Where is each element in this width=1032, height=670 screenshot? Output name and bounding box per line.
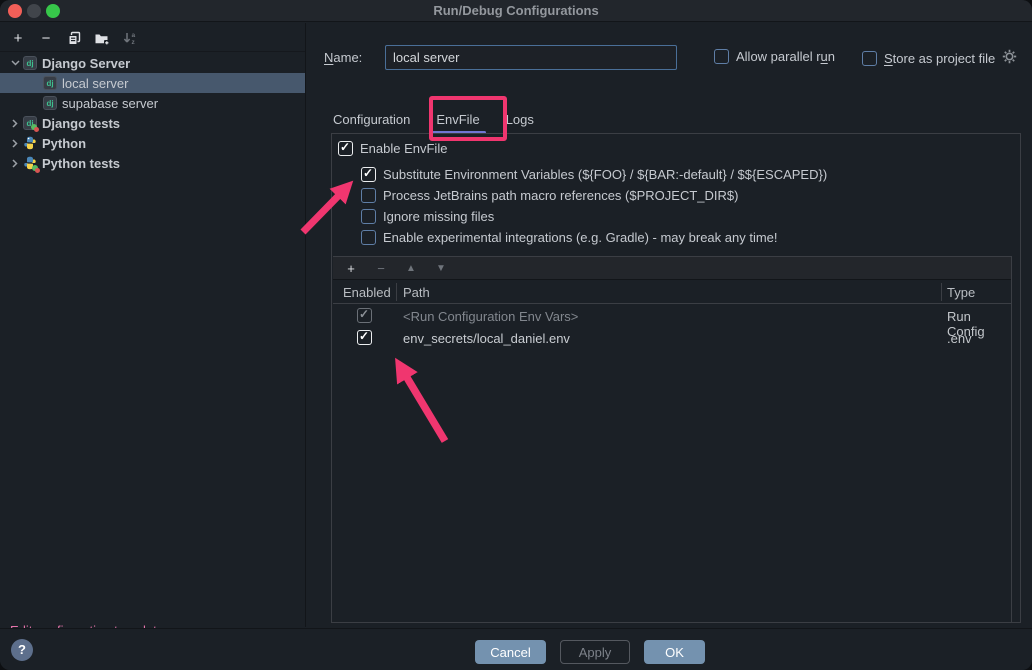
allow-parallel-run-checkbox[interactable]	[714, 49, 729, 64]
gear-icon[interactable]	[1002, 49, 1017, 67]
tree-item-label: Python	[42, 136, 86, 151]
configuration-editor: Name: Allow parallel run Store as projec…	[307, 23, 1032, 627]
tab-configuration[interactable]: Configuration	[331, 112, 412, 127]
chevron-down-icon[interactable]	[7, 60, 23, 66]
process-path-macros-label: Process JetBrains path macro references …	[383, 188, 738, 203]
copy-configuration-icon[interactable]	[65, 30, 83, 48]
configurations-sidebar: + − az dj Django Server dj local server	[0, 23, 306, 627]
name-label: Name:	[324, 50, 362, 65]
move-up-icon[interactable]: ▲	[402, 259, 420, 277]
window-title: Run/Debug Configurations	[0, 3, 1032, 18]
env-files-toolbar: + − ▲ ▼	[333, 257, 1011, 280]
tab-envfile[interactable]: EnvFile	[434, 112, 481, 127]
ignore-missing-files-option[interactable]: Ignore missing files	[361, 209, 494, 224]
substitute-env-vars-label: Substitute Environment Variables (${FOO}…	[383, 167, 827, 182]
enable-envfile-label: Enable EnvFile	[360, 141, 447, 156]
table-row-local-daniel-env[interactable]: env_secrets/local_daniel.env .env	[333, 327, 1011, 349]
enable-envfile-option[interactable]: Enable EnvFile	[338, 141, 447, 156]
name-input[interactable]	[385, 45, 677, 70]
python-icon	[23, 136, 37, 150]
tree-item-python-tests[interactable]: Python tests	[0, 153, 305, 173]
row-enabled-checkbox	[357, 308, 372, 323]
django-tests-icon: dj	[23, 116, 37, 130]
experimental-integrations-checkbox[interactable]	[361, 230, 376, 245]
store-as-project-file-label: Store as project file	[884, 51, 995, 66]
table-header: Enabled Path Type	[333, 281, 1011, 304]
store-as-project-file-option[interactable]: Store as project file	[862, 49, 1017, 67]
tree-item-supabase-server[interactable]: dj supabase server	[0, 93, 305, 113]
django-icon: dj	[43, 76, 57, 90]
chevron-right-icon[interactable]	[7, 139, 23, 148]
tree-item-label: supabase server	[62, 96, 158, 111]
table-row-run-config-env-vars[interactable]: <Run Configuration Env Vars> Run Config	[333, 305, 1011, 327]
new-folder-icon[interactable]	[93, 30, 111, 48]
ignore-missing-files-label: Ignore missing files	[383, 209, 494, 224]
chevron-right-icon[interactable]	[7, 159, 23, 168]
allow-parallel-run-option[interactable]: Allow parallel run	[714, 49, 835, 64]
row-path: <Run Configuration Env Vars>	[403, 309, 578, 324]
process-path-macros-option[interactable]: Process JetBrains path macro references …	[361, 188, 738, 203]
tree-item-label: Django tests	[42, 116, 120, 131]
tree-item-label: Django Server	[42, 56, 130, 71]
tree-item-python[interactable]: Python	[0, 133, 305, 153]
row-enabled-checkbox[interactable]	[357, 330, 372, 345]
move-down-icon[interactable]: ▼	[432, 259, 450, 277]
allow-parallel-run-label: Allow parallel run	[736, 49, 835, 64]
experimental-integrations-label: Enable experimental integrations (e.g. G…	[383, 230, 778, 245]
substitute-env-vars-option[interactable]: Substitute Environment Variables (${FOO}…	[361, 167, 827, 182]
django-icon: dj	[23, 56, 37, 70]
remove-env-file-icon[interactable]: −	[372, 259, 390, 277]
dialog-footer: ? Cancel Apply OK	[0, 628, 1032, 670]
sort-configurations-icon[interactable]: az	[121, 30, 139, 48]
column-header-type[interactable]: Type	[947, 285, 975, 300]
tab-bar: Configuration EnvFile Logs	[331, 104, 536, 134]
svg-text:z: z	[132, 39, 136, 46]
tree-item-django-server[interactable]: dj Django Server	[0, 53, 305, 73]
substitute-env-vars-checkbox[interactable]	[361, 167, 376, 182]
row-type: .env	[947, 331, 972, 346]
column-header-path[interactable]: Path	[403, 285, 430, 300]
python-tests-icon	[23, 156, 37, 170]
help-icon[interactable]: ?	[11, 639, 33, 661]
envfile-tab-panel: Enable EnvFile Substitute Environment Va…	[331, 133, 1021, 623]
tree-item-label: Python tests	[42, 156, 120, 171]
store-as-project-file-checkbox[interactable]	[862, 51, 877, 66]
env-files-table: + − ▲ ▼ Enabled Path Type <Run Configura…	[333, 256, 1012, 622]
run-debug-configurations-dialog: Run/Debug Configurations + − az dj Djang…	[0, 0, 1032, 670]
tree-item-django-tests[interactable]: dj Django tests	[0, 113, 305, 133]
tree-item-label: local server	[62, 76, 128, 91]
experimental-integrations-option[interactable]: Enable experimental integrations (e.g. G…	[361, 230, 778, 245]
svg-text:a: a	[132, 32, 136, 39]
chevron-right-icon[interactable]	[7, 119, 23, 128]
process-path-macros-checkbox[interactable]	[361, 188, 376, 203]
titlebar: Run/Debug Configurations	[0, 0, 1032, 22]
row-path: env_secrets/local_daniel.env	[403, 331, 570, 346]
cancel-button[interactable]: Cancel	[475, 640, 546, 664]
enable-envfile-checkbox[interactable]	[338, 141, 353, 156]
add-configuration-icon[interactable]: +	[9, 30, 27, 48]
remove-configuration-icon[interactable]: −	[37, 30, 55, 48]
sidebar-toolbar: + − az	[0, 26, 305, 52]
apply-button[interactable]: Apply	[560, 640, 630, 664]
ok-button[interactable]: OK	[644, 640, 705, 664]
tab-logs[interactable]: Logs	[504, 112, 536, 127]
ignore-missing-files-checkbox[interactable]	[361, 209, 376, 224]
column-header-enabled[interactable]: Enabled	[343, 285, 391, 300]
configurations-tree: dj Django Server dj local server dj supa…	[0, 53, 305, 173]
add-env-file-icon[interactable]: +	[342, 259, 360, 277]
django-icon: dj	[43, 96, 57, 110]
tree-item-local-server[interactable]: dj local server	[0, 73, 305, 93]
